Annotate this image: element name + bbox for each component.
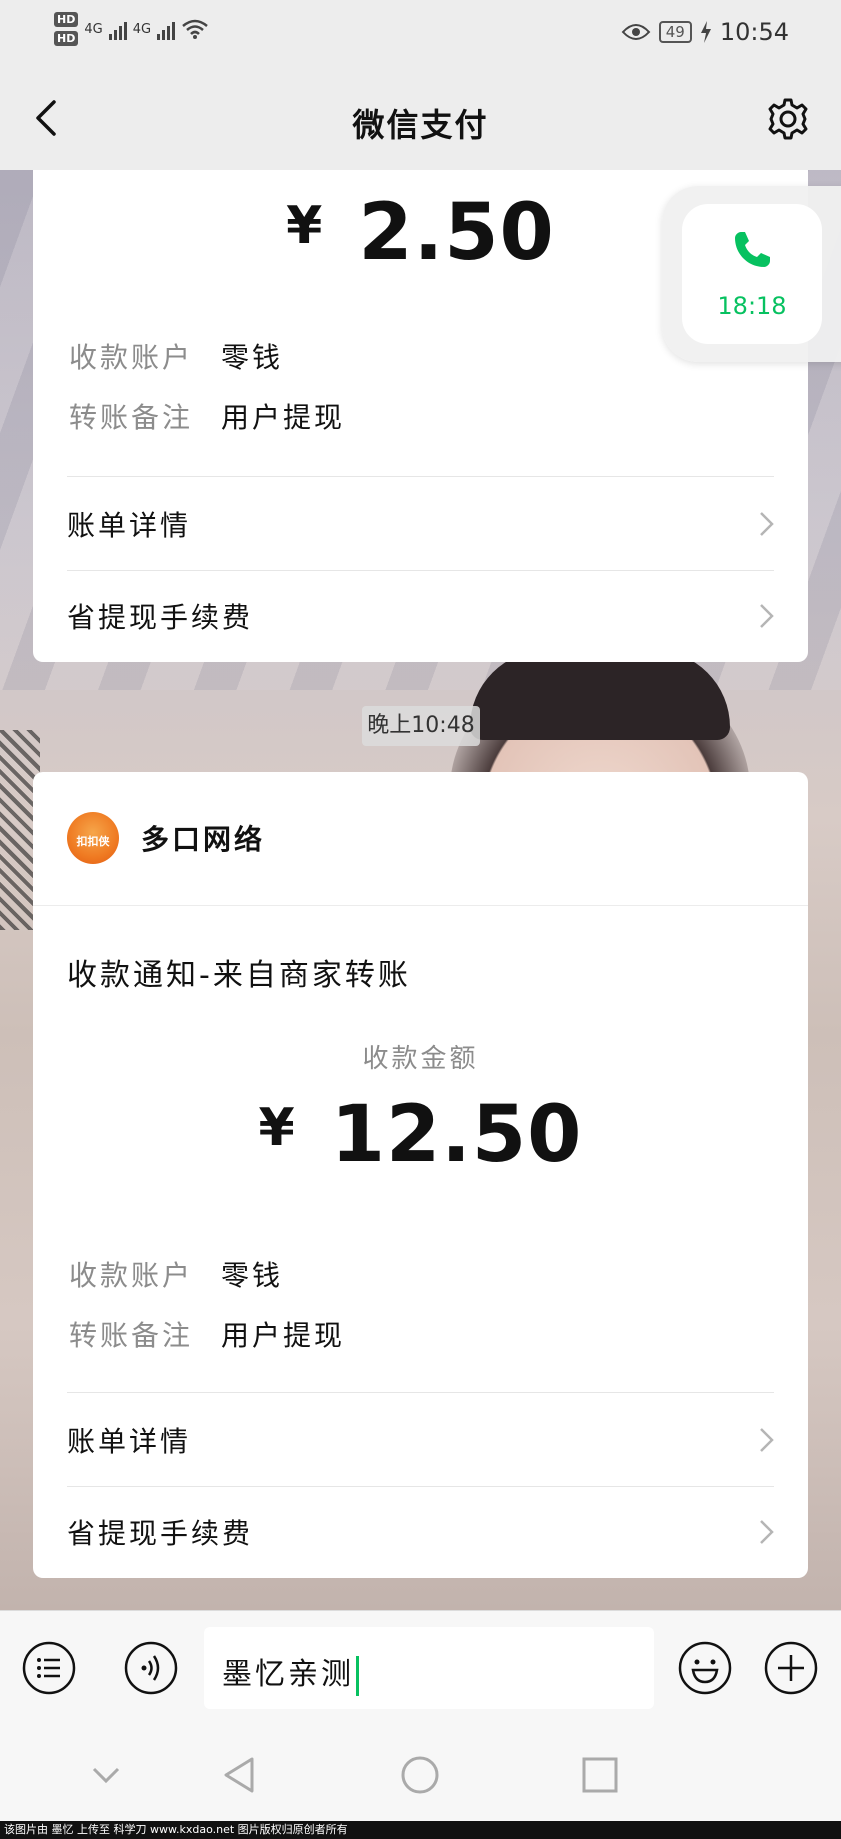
currency-symbol: ¥ [258,1098,295,1158]
remark-label: 转账备注 [69,1319,194,1352]
bill-details-label: 账单详情 [67,1425,192,1458]
voice-input-icon[interactable] [124,1641,178,1695]
account-info: 收款账户 零钱 [69,1254,283,1294]
remark-info: 转账备注 用户提现 [69,396,345,436]
nav-back-triangle-icon[interactable] [220,1755,260,1795]
chevron-right-icon [760,604,774,628]
battery-level: 49 [658,21,692,43]
chevron-right-icon [760,512,774,536]
bill-details-label: 账单详情 [67,509,192,542]
currency-symbol: ¥ [286,196,323,256]
system-nav-bar [0,1725,841,1821]
page-title: 微信支付 [352,106,489,144]
clock: 10:54 [719,18,789,46]
network-type-2: 4G [132,21,152,37]
time-divider: 晚上10:48 [362,706,480,746]
nav-recents-square-icon[interactable] [580,1755,620,1795]
notice-title: 收款通知-来自商家转账 [67,958,411,993]
wifi-icon [182,19,208,39]
message-text: 墨忆亲测 [222,1649,359,1696]
call-button[interactable]: 18:18 [682,204,822,344]
transfer-amount: ¥12.50 [33,1090,808,1180]
save-fee-label: 省提现手续费 [67,1517,254,1550]
chat-input-bar: 墨忆亲测 [0,1610,841,1726]
emoji-icon[interactable] [678,1641,732,1695]
menu-list-icon[interactable] [22,1641,76,1695]
status-bar: HD HD 4G 4G 49 10:54 [0,0,841,70]
text-cursor [356,1655,359,1696]
hd-badge-1: HD [54,12,79,27]
chevron-down-icon[interactable] [86,1755,126,1795]
merchant-header[interactable]: 扣扣侠 多口网络 [33,772,808,906]
amount-value: 12.50 [330,1090,583,1180]
signal-icon [108,18,127,40]
remark-value: 用户提现 [221,401,346,434]
bill-details-row[interactable]: 账单详情 [67,1394,778,1486]
save-fee-row[interactable]: 省提现手续费 [67,1486,778,1578]
status-right: 49 10:54 [621,18,789,46]
divider [67,1392,774,1393]
status-left: HD HD 4G 4G [54,12,209,46]
merchant-logo: 扣扣侠 [67,812,119,864]
settings-gear-icon[interactable] [765,96,811,142]
remark-label: 转账备注 [69,401,194,434]
call-duration: 18:18 [717,292,787,320]
nav-home-circle-icon[interactable] [400,1755,440,1795]
bill-details-row[interactable]: 账单详情 [67,478,778,570]
watermark-text: 该图片由 墨忆 上传至 科学刀 www.kxdao.net 图片版权归原创者所有 [0,1821,841,1839]
floating-call-window[interactable]: 18:18 [662,186,841,362]
account-info: 收款账户 零钱 [69,336,283,376]
hd-badge-2: HD [54,31,79,46]
nav-bar: 微信支付 [0,70,841,170]
message-input[interactable]: 墨忆亲测 [204,1627,654,1709]
account-value: 零钱 [221,1259,284,1292]
eye-icon [621,24,651,40]
account-label: 收款账户 [69,1259,194,1292]
remark-info: 转账备注 用户提现 [69,1314,345,1354]
amount-value: 2.50 [358,188,555,278]
amount-label: 收款金额 [362,1044,479,1074]
chevron-right-icon [760,1520,774,1544]
save-fee-label: 省提现手续费 [67,601,254,634]
charging-icon [700,21,711,43]
merchant-name: 多口网络 [141,823,266,856]
remark-value: 用户提现 [221,1319,346,1352]
save-fee-row[interactable]: 省提现手续费 [67,570,778,662]
divider [67,476,774,477]
account-label: 收款账户 [69,341,194,374]
chevron-right-icon [760,1428,774,1452]
signal-icon-2 [157,18,176,40]
transfer-card-2[interactable]: 扣扣侠 多口网络 收款通知-来自商家转账 收款金额 ¥12.50 收款账户 零钱… [33,772,808,1578]
account-value: 零钱 [221,341,284,374]
phone-icon [735,232,770,267]
network-type-1: 4G [84,21,103,37]
plus-icon[interactable] [764,1641,818,1695]
